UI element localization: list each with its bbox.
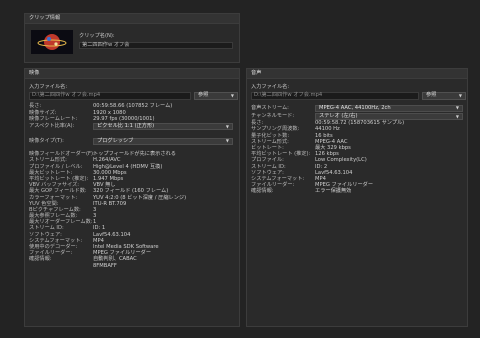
video-property-key: 映像フレームレート:	[29, 115, 78, 122]
clip-info-panel: クリップ情報 クリップ名(N): 第二四四作w オフ会	[24, 13, 240, 63]
audio-properties: 音声ストリーム: MPEG-4 AAC, 44100Hz, 2ch ▼ チャンネルモー…	[251, 104, 463, 195]
video-browse-button[interactable]: 参照 ▼	[194, 92, 238, 100]
video-dropdown-value: プログレッシブ	[97, 137, 134, 144]
audio-property-value: ID: 2	[315, 163, 328, 170]
video-property-dropdown[interactable]: プログレッシブ ▼	[93, 137, 233, 145]
video-property-value: ID: 1	[93, 225, 106, 232]
chevron-down-icon: ▼	[225, 138, 229, 144]
chevron-down-icon: ▼	[455, 105, 459, 111]
audio-property-value: エラー保護無効	[315, 188, 352, 195]
audio-property-key: ストリーム ID:	[251, 163, 286, 170]
audio-property-key: 確認情報:	[251, 188, 274, 195]
audio-property-value: Low Complexity(LC)	[315, 157, 367, 164]
video-property-value: 29.97 fps (30000/1001)	[93, 115, 155, 122]
audio-property-key: 音声ストリーム:	[251, 104, 289, 111]
audio-property-key: サンプリング周波数:	[251, 126, 300, 133]
audio-file-input[interactable]: D:\第二四四作w オフ会.mp4	[251, 92, 419, 100]
audio-header: 音声	[247, 69, 467, 79]
video-panel: 映像 入力ファイル名: D:\第二四四作w オフ会.mp4 参照 ▼ 長さ: 00…	[24, 68, 240, 327]
clip-name-label: クリップ名(N):	[79, 33, 115, 39]
video-property-value: H.264/AVC	[93, 157, 121, 164]
video-property-value: YUV 4:2:0 (8 ビット深度 / 圧縮レンジ)	[93, 194, 187, 201]
video-property-value: 320 フィールド (160 フレーム)	[93, 188, 169, 195]
video-property-key: 最大 GOP フィールド数:	[29, 188, 87, 195]
video-property-value: 自動判別、CABAC	[93, 256, 137, 263]
audio-browse-label: 参照	[426, 92, 437, 99]
video-file-input[interactable]: D:\第二四四作w オフ会.mp4	[29, 92, 191, 100]
chevron-down-icon: ▼	[230, 93, 234, 98]
video-property-key: ストリーム ID:	[29, 225, 64, 232]
audio-property-row: 確認情報: エラー保護無効	[251, 189, 463, 195]
clip-thumbnail	[31, 30, 73, 54]
audio-browse-button[interactable]: 参照 ▼	[422, 92, 466, 100]
audio-property-key: プロファイル:	[251, 157, 284, 164]
audio-property-row: 音声ストリーム: MPEG-4 AAC, 44100Hz, 2ch ▼	[251, 104, 463, 112]
chevron-down-icon: ▼	[225, 123, 229, 129]
video-property-key: 映像タイプ(T):	[29, 137, 64, 144]
video-property-key: カラーフォーマット:	[29, 194, 78, 201]
video-dropdown-value: ピクセル比 1:1 (正方形)	[97, 123, 155, 130]
audio-dropdown-value: MPEG-4 AAC, 44100Hz, 2ch	[319, 104, 391, 111]
video-property-row: アスペクト比率(A): ピクセル比 1:1 (正方形) ▼	[29, 123, 233, 131]
video-property-value: 00:59:58.66 (107852 フレーム)	[93, 103, 173, 110]
audio-property-key: チャンネルモード:	[251, 112, 295, 119]
audio-panel: 音声 入力ファイル名: D:\第二四四作w オフ会.mp4 参照 ▼ 音声ストリ…	[246, 68, 468, 327]
video-confirm-extra-row: 8FMBAFF	[29, 263, 233, 269]
audio-dropdown-value: ステレオ (左/右)	[319, 112, 358, 119]
audio-file-label: 入力ファイル名:	[251, 84, 290, 90]
video-property-key: 確認情報:	[29, 256, 52, 263]
video-file-label: 入力ファイル名:	[29, 84, 68, 90]
video-property-key: ストリーム形式:	[29, 157, 67, 164]
video-property-key: アスペクト比率(A):	[29, 123, 75, 130]
video-property-key: プロファイル / レベル:	[29, 163, 83, 170]
clip-name-input[interactable]: 第二四四作w オフ会	[79, 42, 233, 49]
chevron-down-icon: ▼	[458, 93, 462, 98]
audio-file-row: D:\第二四四作w オフ会.mp4 参照 ▼	[251, 92, 466, 100]
video-property-value: ITU-R BT.709	[93, 200, 127, 207]
video-property-key: 長さ:	[29, 103, 42, 110]
audio-property-dropdown[interactable]: MPEG-4 AAC, 44100Hz, 2ch ▼	[315, 104, 463, 112]
chevron-down-icon: ▼	[455, 113, 459, 119]
clip-info-header: クリップ情報	[25, 14, 239, 24]
video-confirm-extra-value: 8FMBAFF	[93, 262, 117, 269]
video-browse-label: 参照	[198, 92, 209, 99]
video-property-value: High@Level 4 (HDMV 互換)	[93, 163, 163, 170]
audio-property-value: 44100 Hz	[315, 126, 340, 133]
video-property-row: 映像タイプ(T): プログレッシブ ▼	[29, 137, 233, 145]
video-header: 映像	[25, 69, 239, 79]
video-file-row: D:\第二四四作w オフ会.mp4 参照 ▼	[29, 92, 238, 100]
video-properties: 長さ: 00:59:58.66 (107852 フレーム) 映像サイズ: 1920 x…	[29, 104, 233, 269]
video-property-dropdown[interactable]: ピクセル比 1:1 (正方形) ▼	[93, 123, 233, 131]
